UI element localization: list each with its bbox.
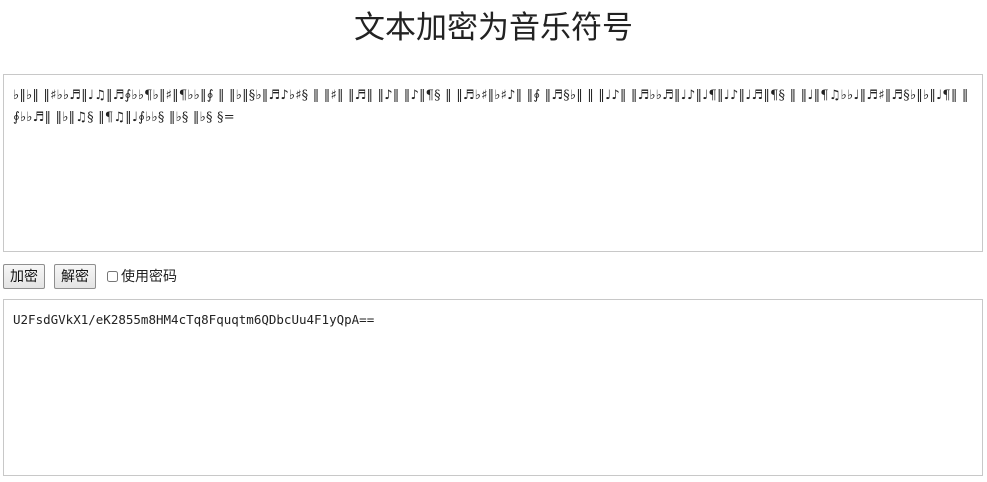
- encrypt-button[interactable]: 加密: [3, 263, 45, 289]
- plaintext-input[interactable]: ♭‖♭‖ ‖♯♭♭♬‖♩♫‖♬∮♭♭¶♭‖♯‖¶♭♭‖∮ ‖ ‖♭‖§♭‖♬♪♭…: [3, 74, 983, 252]
- ciphertext-output[interactable]: U2FsdGVkX1/eK2855m8HM4cTq8Fquqtm6QDbcUu4…: [3, 299, 983, 476]
- use-password-option[interactable]: 使用密码: [107, 266, 177, 286]
- decrypt-button[interactable]: 解密: [54, 263, 96, 289]
- action-bar: 加密 解密 使用密码: [3, 263, 177, 289]
- page-title: 文本加密为音乐符号: [354, 10, 633, 46]
- use-password-checkbox[interactable]: [107, 270, 118, 282]
- use-password-label: 使用密码: [121, 269, 177, 285]
